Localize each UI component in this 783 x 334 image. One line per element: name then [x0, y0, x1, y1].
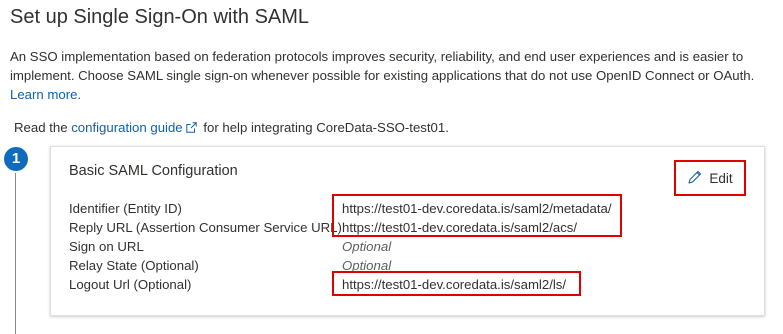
- relay-state-label: Relay State (Optional): [69, 258, 199, 273]
- intro-text: An SSO implementation based on federatio…: [10, 49, 755, 83]
- edit-button-label: Edit: [709, 170, 733, 186]
- logout-url-label: Logout Url (Optional): [69, 277, 192, 292]
- logout-url-value: https://test01-dev.coredata.is/saml2/ls/: [342, 277, 567, 292]
- step-connector-line: [15, 173, 16, 334]
- identifier-value: https://test01-dev.coredata.is/saml2/met…: [342, 201, 612, 216]
- pencil-icon: [687, 169, 703, 188]
- reply-url-label: Reply URL (Assertion Consumer Service UR…: [69, 220, 342, 235]
- learn-more-link[interactable]: Learn more.: [10, 87, 81, 102]
- sign-on-url-label: Sign on URL: [69, 239, 144, 254]
- sign-on-url-value: Optional: [342, 239, 392, 254]
- intro-paragraph: An SSO implementation based on federatio…: [10, 47, 780, 104]
- card-title: Basic SAML Configuration: [69, 163, 238, 179]
- page-title: Set up Single Sign-On with SAML: [10, 6, 310, 28]
- identifier-label: Identifier (Entity ID): [69, 201, 182, 216]
- configuration-guide-line: Read the configuration guide for help in…: [14, 120, 449, 136]
- relay-state-value: Optional: [342, 258, 392, 273]
- basic-saml-configuration-card: Basic SAML Configuration Edit Identifier…: [50, 146, 765, 316]
- guide-suffix: for help integrating CoreData-SSO-test01…: [203, 120, 449, 135]
- guide-prefix: Read the: [14, 120, 68, 135]
- reply-url-value: https://test01-dev.coredata.is/saml2/acs…: [342, 220, 578, 235]
- step-number-badge: 1: [4, 147, 28, 171]
- edit-button[interactable]: Edit: [674, 160, 746, 196]
- configuration-guide-link[interactable]: configuration guide: [71, 120, 182, 135]
- external-link-icon[interactable]: [185, 121, 197, 136]
